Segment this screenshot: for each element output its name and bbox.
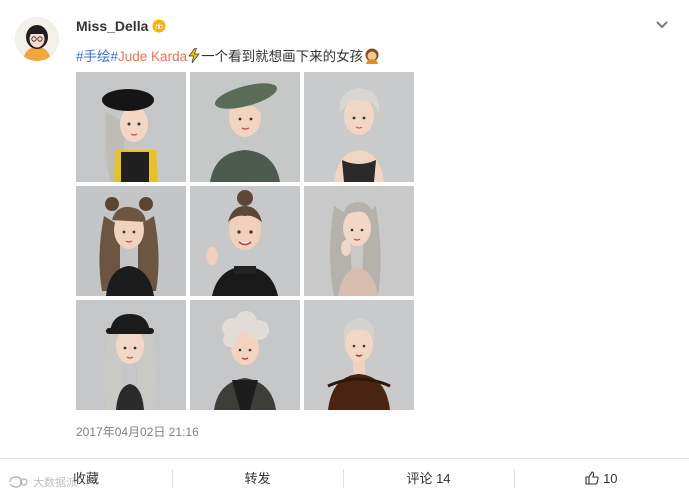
illustration-3[interactable] <box>304 72 414 182</box>
lightning-emoji <box>188 47 200 64</box>
username-text[interactable]: Miss_Della <box>76 18 148 34</box>
post-text: #手绘#Jude Karda 一个看到就想画下来的女孩 <box>76 45 380 65</box>
watermark-text: 大数据派 <box>33 477 78 489</box>
post-caption: 一个看到就想画下来的女孩 <box>201 49 364 64</box>
mention-link[interactable]: Jude Karda <box>118 49 187 64</box>
comment-label: 评论 <box>406 471 433 486</box>
illustration-6[interactable] <box>304 186 414 296</box>
action-bar: 收藏 转发 评论 14 10 <box>0 458 689 498</box>
illustration-9[interactable] <box>304 300 414 410</box>
girl-emoji <box>365 48 379 64</box>
illustration-5[interactable] <box>190 186 300 296</box>
post-timestamp[interactable]: 2017年04月02日 21:16 <box>76 423 199 440</box>
illustration-8[interactable] <box>190 300 300 410</box>
illustration-2[interactable] <box>190 72 300 182</box>
weibo-post-card: Miss_Della #手绘#Jude Karda 一个看到就想画下来的女孩 2… <box>0 0 689 497</box>
crown-badge-icon <box>152 19 166 33</box>
avatar[interactable] <box>15 17 59 61</box>
thumbs-up-icon <box>585 471 600 485</box>
illustration-7[interactable] <box>76 300 186 410</box>
like-count: 10 <box>603 471 618 486</box>
comment-count: 14 <box>436 471 451 486</box>
topic-hashtag[interactable]: #手绘# <box>76 49 118 64</box>
username[interactable]: Miss_Della <box>76 18 166 34</box>
chevron-down-icon[interactable] <box>655 20 669 30</box>
comment-button[interactable]: 评论 14 <box>343 459 514 498</box>
illustration-1[interactable] <box>76 72 186 182</box>
illustration-4[interactable] <box>76 186 186 296</box>
like-button[interactable]: 10 <box>514 459 689 498</box>
repost-label: 转发 <box>244 471 271 486</box>
watermark: 大数据派 <box>8 474 77 490</box>
image-grid <box>76 72 414 410</box>
watermark-logo-icon <box>9 476 28 488</box>
repost-button[interactable]: 转发 <box>172 459 343 498</box>
